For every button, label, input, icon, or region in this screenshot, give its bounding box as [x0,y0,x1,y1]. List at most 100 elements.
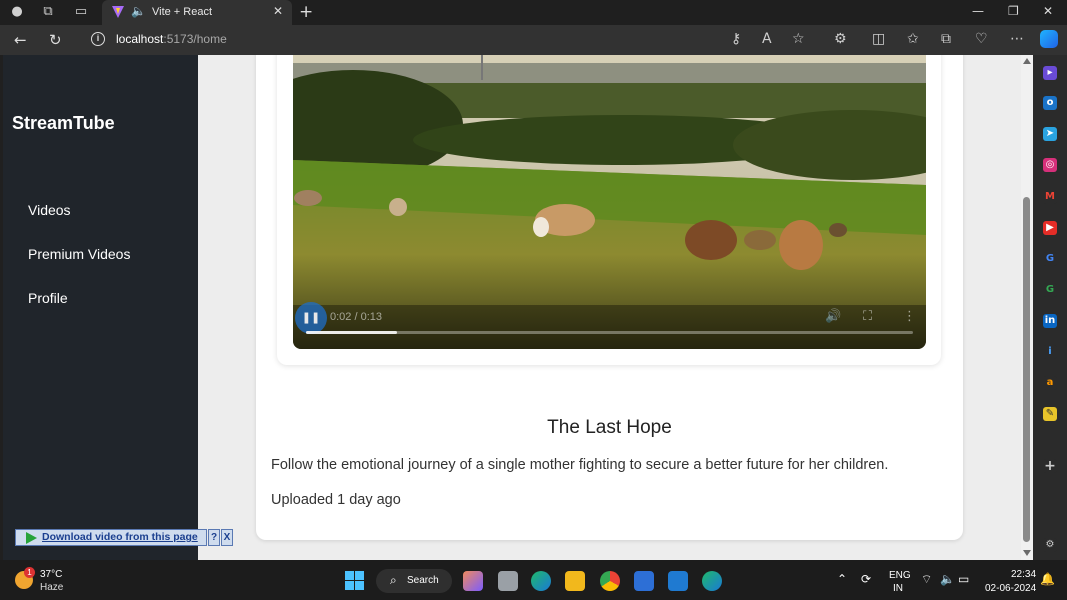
google-icon[interactable]: G [1043,252,1057,266]
scroll-down-arrow-icon[interactable] [1023,550,1031,556]
download-video-button[interactable]: Download video from this page [15,529,207,546]
sidebar-item-premium-videos[interactable]: Premium Videos [28,246,130,262]
show-hidden-icons[interactable]: ⌃ [837,572,847,586]
address-bar: ← ↻ i localhost:5173/home ⚷ A ☆ ⚙ ◫ ✩ ⧉ … [0,25,1067,55]
sidebar-item-videos[interactable]: Videos [28,202,71,218]
favorites-icon[interactable]: ✩ [907,31,919,47]
scroll-thumb[interactable] [1023,197,1030,542]
windows-start-icon[interactable] [345,571,364,590]
amazon-icon[interactable]: a [1043,376,1057,390]
info-icon[interactable]: i [91,32,105,46]
browser-tabbar: ● ⧉ ▭ 🔈 Vite + React ✕ + — ❐ ✕ [0,0,1067,25]
folder-icon[interactable] [565,571,585,591]
main-content: ❚❚ 0:02 / 0:13 🔊 ⛶ ⋮ The Last Hope Follo… [198,55,1033,560]
video-container: ❚❚ 0:02 / 0:13 🔊 ⛶ ⋮ [277,55,941,365]
url-field[interactable]: localhost:5173/home [116,32,227,46]
edge-sidebar: ▸ o ➤ ◎ M ▶ G G in i a ✎ + ⚙ [1033,55,1067,560]
scroll-up-arrow-icon[interactable] [1023,58,1031,64]
download-help-button[interactable]: ? [208,529,220,546]
tab-audio-icon[interactable]: 🔈 [131,4,146,18]
file-explorer-gray-icon[interactable] [498,571,518,591]
tab-actions-icon[interactable]: ▭ [73,4,89,20]
url-path: :5173/home [163,32,227,46]
video-upload-date: Uploaded 1 day ago [271,492,401,508]
settings-gear-icon[interactable]: ⚙ [1043,538,1057,552]
refresh-icon[interactable]: ↻ [49,31,62,49]
video-progress-fill [306,331,398,334]
copilot-app-icon[interactable] [463,571,483,591]
notes-icon[interactable]: ✎ [1043,407,1057,421]
taskbar-search[interactable]: ⌕ Search [376,569,452,593]
copilot-icon[interactable] [1040,30,1058,48]
chrome-icon[interactable] [600,571,620,591]
collections-icon[interactable]: ⧉ [941,31,951,47]
clock-time[interactable]: 22:34 [1011,569,1036,580]
clock-date[interactable]: 02-06-2024 [985,583,1036,594]
language-line2[interactable]: IN [893,583,903,594]
tab-title: Vite + React [152,6,213,18]
performance-icon[interactable]: ♡ [975,31,988,47]
split-screen-icon[interactable]: ◫ [872,31,885,47]
volume-icon[interactable]: 🔊 [825,309,841,324]
fullscreen-icon[interactable]: ⛶ [863,309,872,324]
video-more-icon[interactable]: ⋮ [903,309,916,324]
back-icon[interactable]: ← [14,31,27,49]
battery-icon[interactable]: ▭ [958,572,969,586]
speaker-icon[interactable]: 🔈 [940,572,955,586]
edge-active-icon[interactable] [702,571,722,591]
notification-bell-icon[interactable]: 🔔 [1040,572,1055,586]
vite-icon [112,6,124,18]
youtube-icon[interactable]: ▶ [1043,221,1057,235]
outlook-icon[interactable]: o [1043,96,1057,110]
password-key-icon[interactable]: ⚷ [731,31,741,47]
vscode-icon[interactable] [668,571,688,591]
instagram-icon[interactable]: ◎ [1043,158,1057,172]
download-label: Download video from this page [42,531,198,543]
edge-drop-icon[interactable]: ▸ [1043,66,1057,80]
sync-icon[interactable]: ⟳ [861,572,871,586]
video-progress-bar[interactable] [306,331,913,334]
video-title: The Last Hope [547,417,672,438]
restore-button[interactable]: ❐ [1008,4,1019,18]
video-card: ❚❚ 0:02 / 0:13 🔊 ⛶ ⋮ The Last Hope Follo… [256,55,963,540]
read-aloud-icon[interactable]: A [762,31,772,47]
video-description: Follow the emotional journey of a single… [271,457,889,473]
video-player[interactable]: ❚❚ 0:02 / 0:13 🔊 ⛶ ⋮ [293,55,926,349]
workspaces-icon[interactable]: ⧉ [40,4,56,20]
new-tab-button[interactable]: + [299,2,313,22]
browser-tab[interactable]: 🔈 Vite + React ✕ [102,0,292,25]
url-host: localhost [116,32,164,46]
video-time: 0:02 / 0:13 [330,311,382,323]
info-app-icon[interactable]: i [1043,345,1057,359]
page-scrollbar[interactable] [1021,55,1033,560]
google-icon-2[interactable]: G [1043,283,1057,297]
language-line1[interactable]: ENG [889,570,911,581]
brand-logo[interactable]: StreamTube [12,113,115,134]
profile-icon[interactable]: ● [9,4,25,20]
store-icon[interactable] [634,571,654,591]
favorite-star-icon[interactable]: ☆ [792,31,805,47]
tab-close-icon[interactable]: ✕ [273,4,283,18]
edge-browser-icon[interactable] [531,571,551,591]
sidebar-item-profile[interactable]: Profile [28,290,68,306]
minimize-button[interactable]: — [972,4,984,18]
linkedin-icon[interactable]: in [1043,314,1057,328]
extensions-icon[interactable]: ⚙ [834,31,847,47]
video-controls: ❚❚ 0:02 / 0:13 🔊 ⛶ ⋮ [293,289,926,349]
more-icon[interactable]: ⋯ [1010,31,1024,47]
download-close-button[interactable]: X [221,529,233,546]
weather-condition[interactable]: Haze [40,582,63,593]
gmail-icon[interactable]: M [1043,190,1057,204]
weather-badge: 1 [24,567,35,578]
search-label: Search [407,575,439,586]
windows-taskbar: 1 37°C Haze ⌕ Search ⌃ ⟳ ENG IN ⌔ 🔈 ▭ 22… [0,560,1067,600]
weather-temperature[interactable]: 37°C [40,569,62,580]
page-viewport: StreamTube Videos Premium Videos Profile [3,55,1033,560]
wifi-icon[interactable]: ⌔ [921,572,932,587]
download-helper-bar: Download video from this page ? X [15,529,233,546]
pause-icon[interactable]: ❚❚ [295,302,327,334]
telegram-icon[interactable]: ➤ [1043,127,1057,141]
add-app-icon[interactable]: + [1043,459,1057,473]
search-icon: ⌕ [390,573,397,587]
window-close-button[interactable]: ✕ [1043,4,1053,18]
